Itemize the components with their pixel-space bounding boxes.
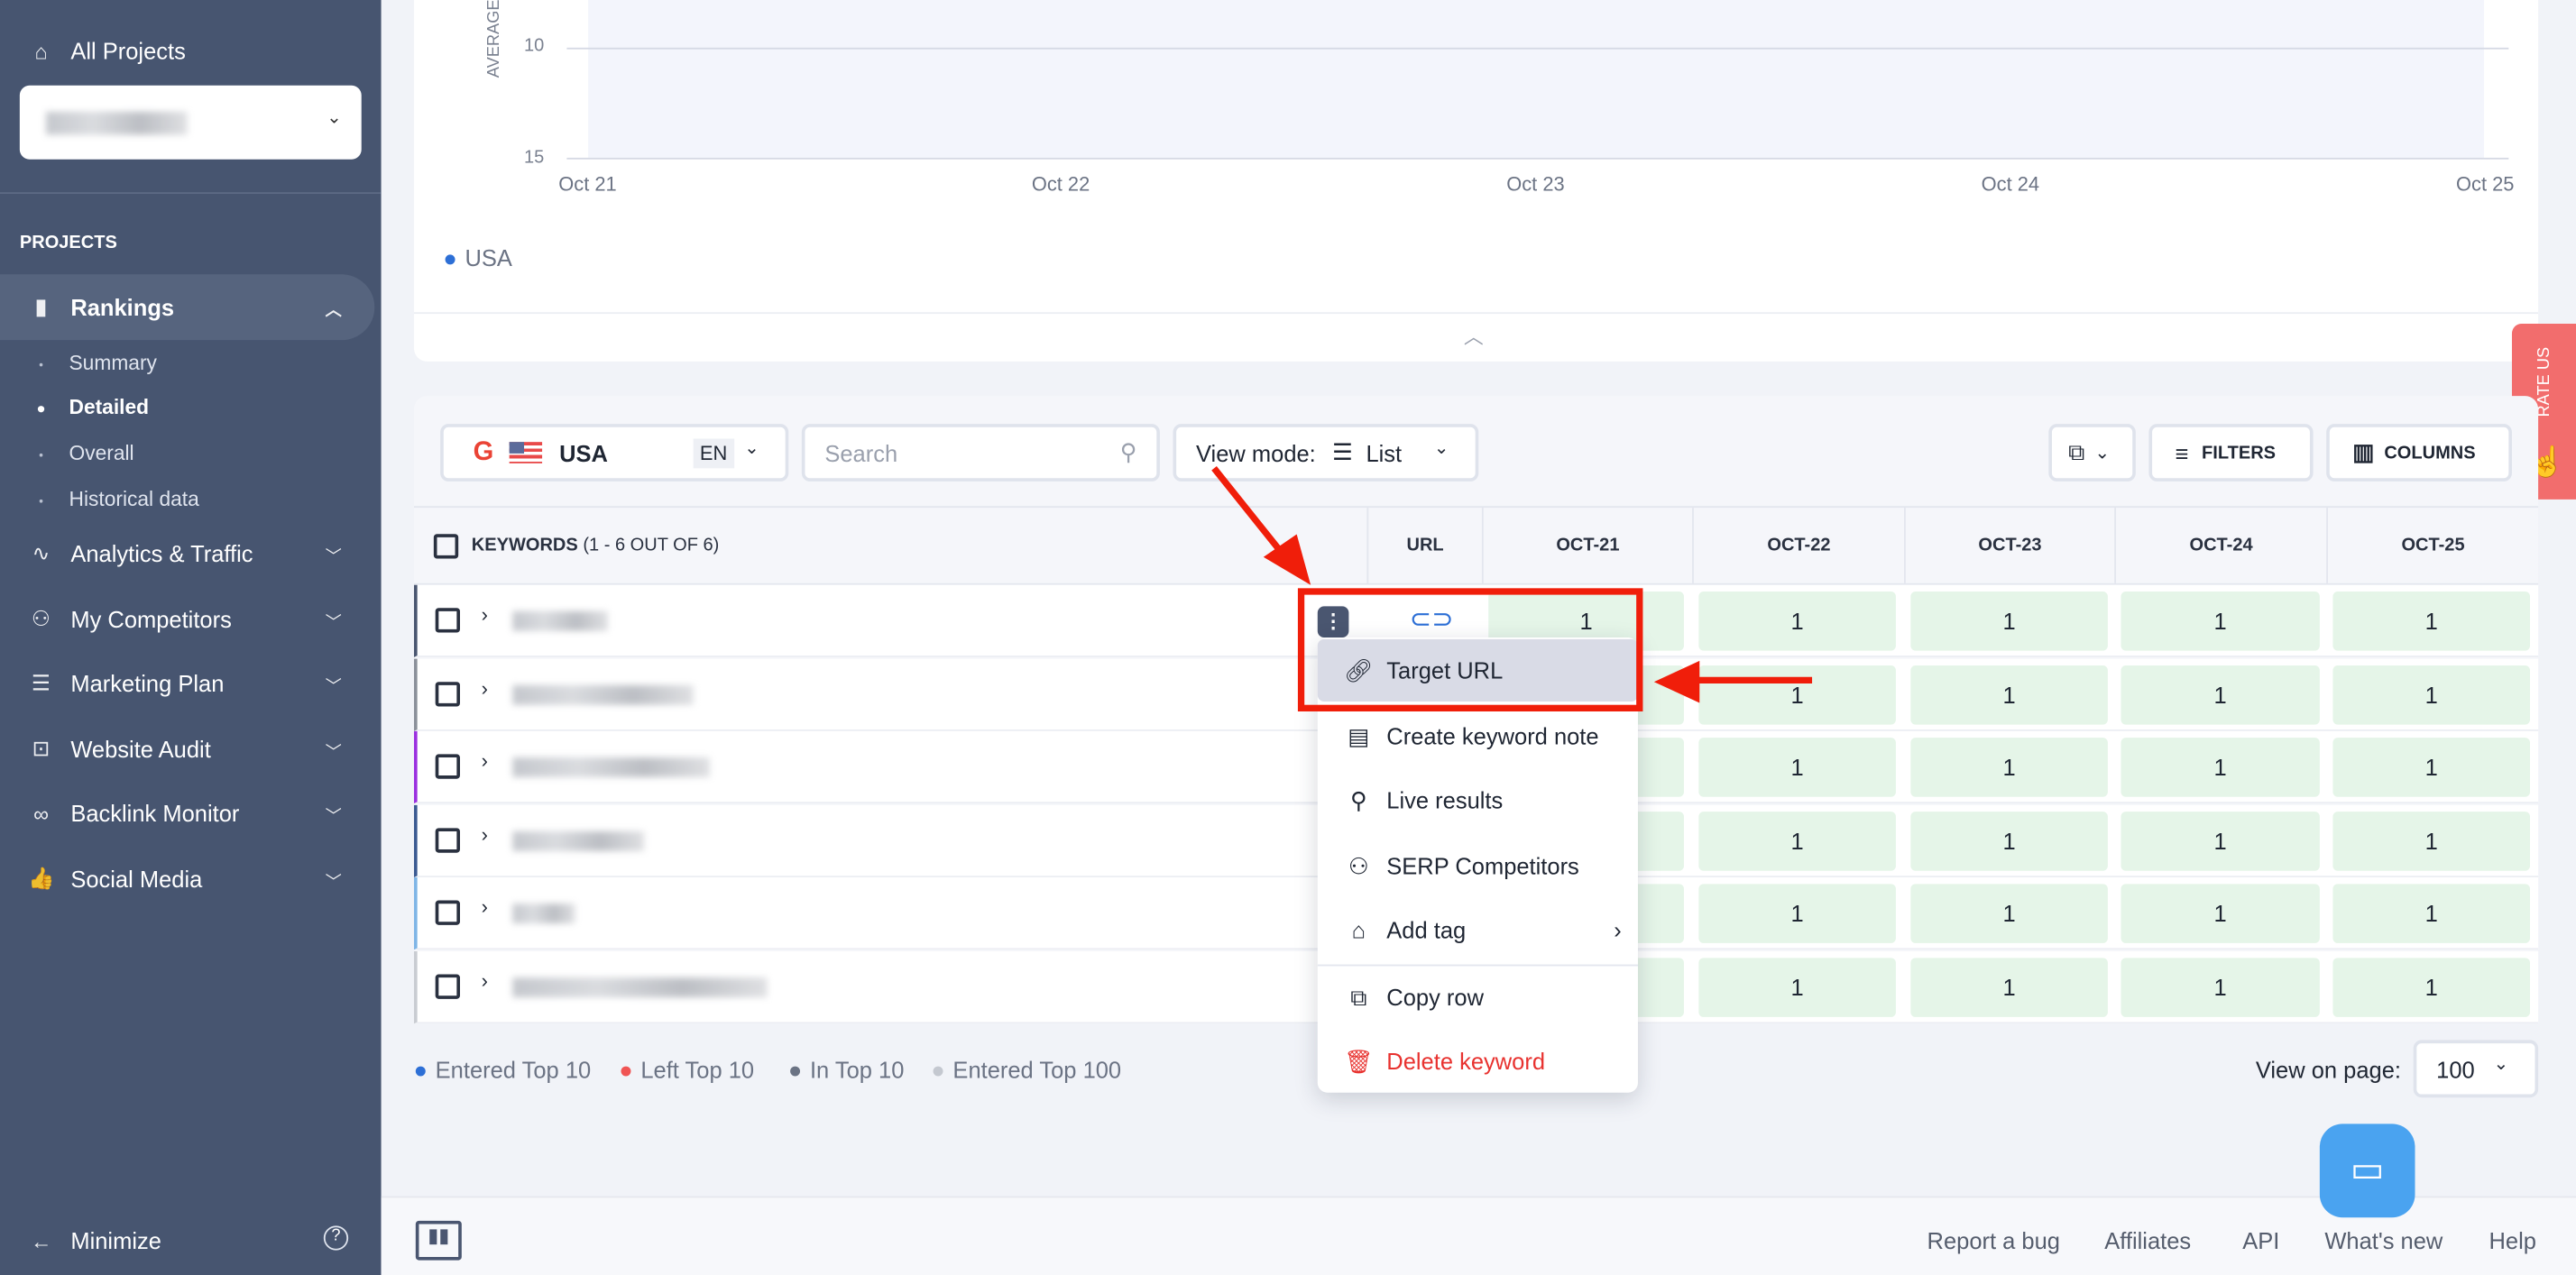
arrow-down-right — [1211, 466, 1311, 585]
annotation-arrows — [1211, 466, 1813, 703]
arrow-left — [1653, 660, 1813, 703]
